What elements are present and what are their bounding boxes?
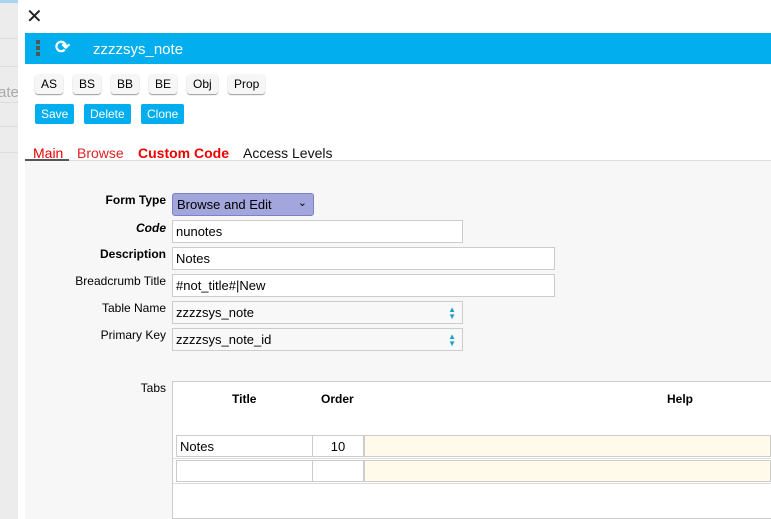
row-2-title-input[interactable] [176, 460, 313, 482]
row-divider [173, 458, 771, 459]
dialog: ✕ ⟳ zzzzsys_note AS BS BB BE Obj Prop Sa… [18, 0, 771, 519]
be-button[interactable]: BE [149, 74, 178, 94]
code-input[interactable]: nunotes [172, 220, 463, 243]
divider [0, 152, 18, 153]
save-button[interactable]: Save [35, 104, 75, 124]
tab-custom-code[interactable]: Custom Code [138, 145, 229, 161]
primary-key-label: Primary Key [100, 328, 166, 342]
bs-button[interactable]: BS [73, 74, 102, 94]
column-header-order: Order [321, 392, 354, 406]
form-type-value: Browse and Edit [177, 197, 272, 212]
background-bar [0, 0, 18, 3]
background-text: ate [0, 84, 19, 101]
prop-button[interactable]: Prop [228, 74, 266, 94]
sort-arrows-icon[interactable]: ▲ ▼ [448, 306, 456, 321]
clone-button[interactable]: Clone [141, 104, 185, 124]
form-header: ⟳ zzzzsys_note [25, 33, 771, 64]
table-name-lookup[interactable]: zzzzsys_note ▲ ▼ [172, 301, 463, 324]
row-divider [173, 483, 771, 484]
row-2-help-input[interactable] [364, 460, 771, 482]
chevron-down-icon: ⌄ [297, 197, 307, 209]
row-1-title-input[interactable]: Notes [176, 435, 313, 457]
column-header-help: Help [667, 392, 694, 406]
obj-button[interactable]: Obj [187, 74, 218, 94]
close-icon[interactable]: ✕ [26, 4, 43, 29]
tabs-subform: Title Order Help Notes 10 [172, 381, 771, 519]
row-1-order-input[interactable]: 10 [312, 435, 364, 457]
tabs-label: Tabs [140, 381, 166, 395]
delete-button[interactable]: Delete [84, 104, 131, 124]
refresh-icon[interactable]: ⟳ [55, 37, 70, 58]
tab-access-levels[interactable]: Access Levels [243, 145, 332, 161]
divider [0, 126, 18, 127]
breadcrumb-title-input[interactable]: #not_title#|New [172, 274, 555, 297]
sort-arrows-icon[interactable]: ▲ ▼ [448, 333, 456, 348]
form-type-select[interactable]: Browse and Edit ⌄ [172, 193, 314, 216]
primary-key-lookup[interactable]: zzzzsys_note_id ▲ ▼ [172, 328, 463, 351]
row-1-help-input[interactable] [364, 435, 771, 457]
description-input[interactable]: Notes [172, 247, 555, 270]
row-2-order-input[interactable] [312, 460, 364, 482]
table-name-label: Table Name [101, 301, 166, 315]
divider [0, 66, 18, 67]
divider [0, 102, 18, 103]
bb-button[interactable]: BB [111, 74, 140, 94]
as-button[interactable]: AS [35, 74, 64, 94]
breadcrumb-title-label: Breadcrumb Title [75, 274, 166, 288]
code-label: Code [136, 221, 166, 235]
menu-dots-icon[interactable] [36, 40, 40, 58]
background-page: ate [0, 0, 19, 519]
form-type-label: Form Type [105, 193, 166, 207]
description-label: Description [99, 247, 166, 261]
divider [0, 38, 18, 39]
primary-key-value: zzzzsys_note_id [176, 332, 272, 347]
form-title: zzzzsys_note [93, 41, 184, 58]
table-name-value: zzzzsys_note [176, 305, 255, 320]
column-header-title: Title [232, 392, 257, 406]
tab-browse[interactable]: Browse [77, 145, 124, 161]
